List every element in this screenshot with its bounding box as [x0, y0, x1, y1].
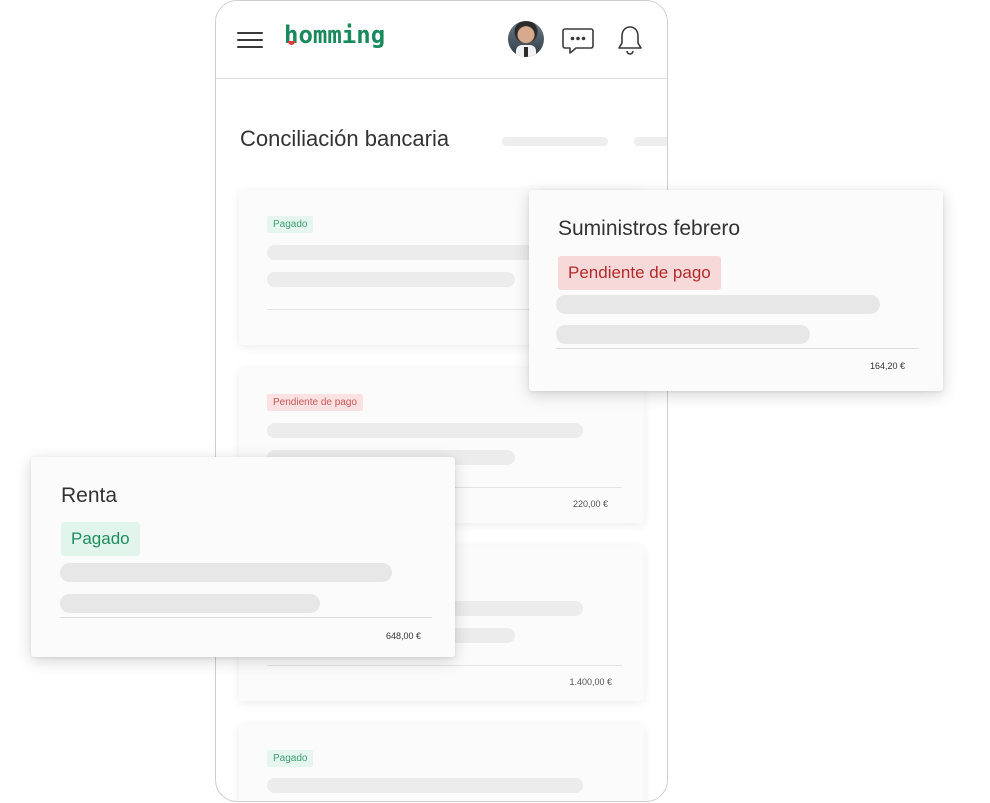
skeleton-line — [267, 272, 515, 287]
card-divider — [60, 617, 432, 618]
card-title: Renta — [61, 484, 118, 507]
skeleton-line — [60, 563, 392, 582]
page-title: Conciliación bancaria — [240, 126, 450, 151]
status-badge: Pendiente de pago — [558, 256, 721, 290]
card-divider — [267, 665, 622, 666]
chat-bubble-icon[interactable] — [561, 23, 595, 57]
card-amount: 164,20 € — [869, 361, 905, 371]
card-amount: 220,00 € — [572, 499, 608, 509]
floating-card-renta[interactable]: Renta Pagado 648,00 € — [31, 457, 455, 657]
card-title: Suministros febrero — [558, 217, 741, 240]
status-badge: Pendiente de pago — [267, 394, 363, 411]
status-badge: Pagado — [61, 522, 140, 556]
tab-placeholder[interactable] — [634, 137, 667, 146]
card-divider — [556, 348, 919, 349]
app-logo[interactable]: homming — [284, 21, 385, 49]
canvas: homming Conciliación bancaria Pagado Pen… — [0, 0, 990, 803]
app-header: homming — [216, 1, 667, 79]
phone-frame: homming Conciliación bancaria Pagado Pen… — [215, 0, 668, 802]
hamburger-menu-icon[interactable] — [237, 32, 263, 50]
floating-card-suministros[interactable]: Suministros febrero Pendiente de pago 16… — [529, 190, 943, 391]
card-amount: 648,00 € — [385, 631, 421, 641]
transaction-card[interactable]: Pagado — [239, 724, 644, 801]
status-badge: Pagado — [267, 750, 314, 767]
skeleton-line — [556, 325, 810, 344]
skeleton-line — [267, 778, 583, 793]
user-avatar[interactable] — [508, 21, 544, 57]
skeleton-line — [60, 594, 320, 613]
skeleton-line — [556, 295, 880, 314]
skeleton-line — [267, 423, 583, 438]
tab-placeholder[interactable] — [502, 137, 608, 146]
card-amount: 1.400,00 € — [569, 677, 612, 687]
status-badge: Pagado — [267, 216, 314, 233]
bell-icon[interactable] — [613, 23, 647, 57]
